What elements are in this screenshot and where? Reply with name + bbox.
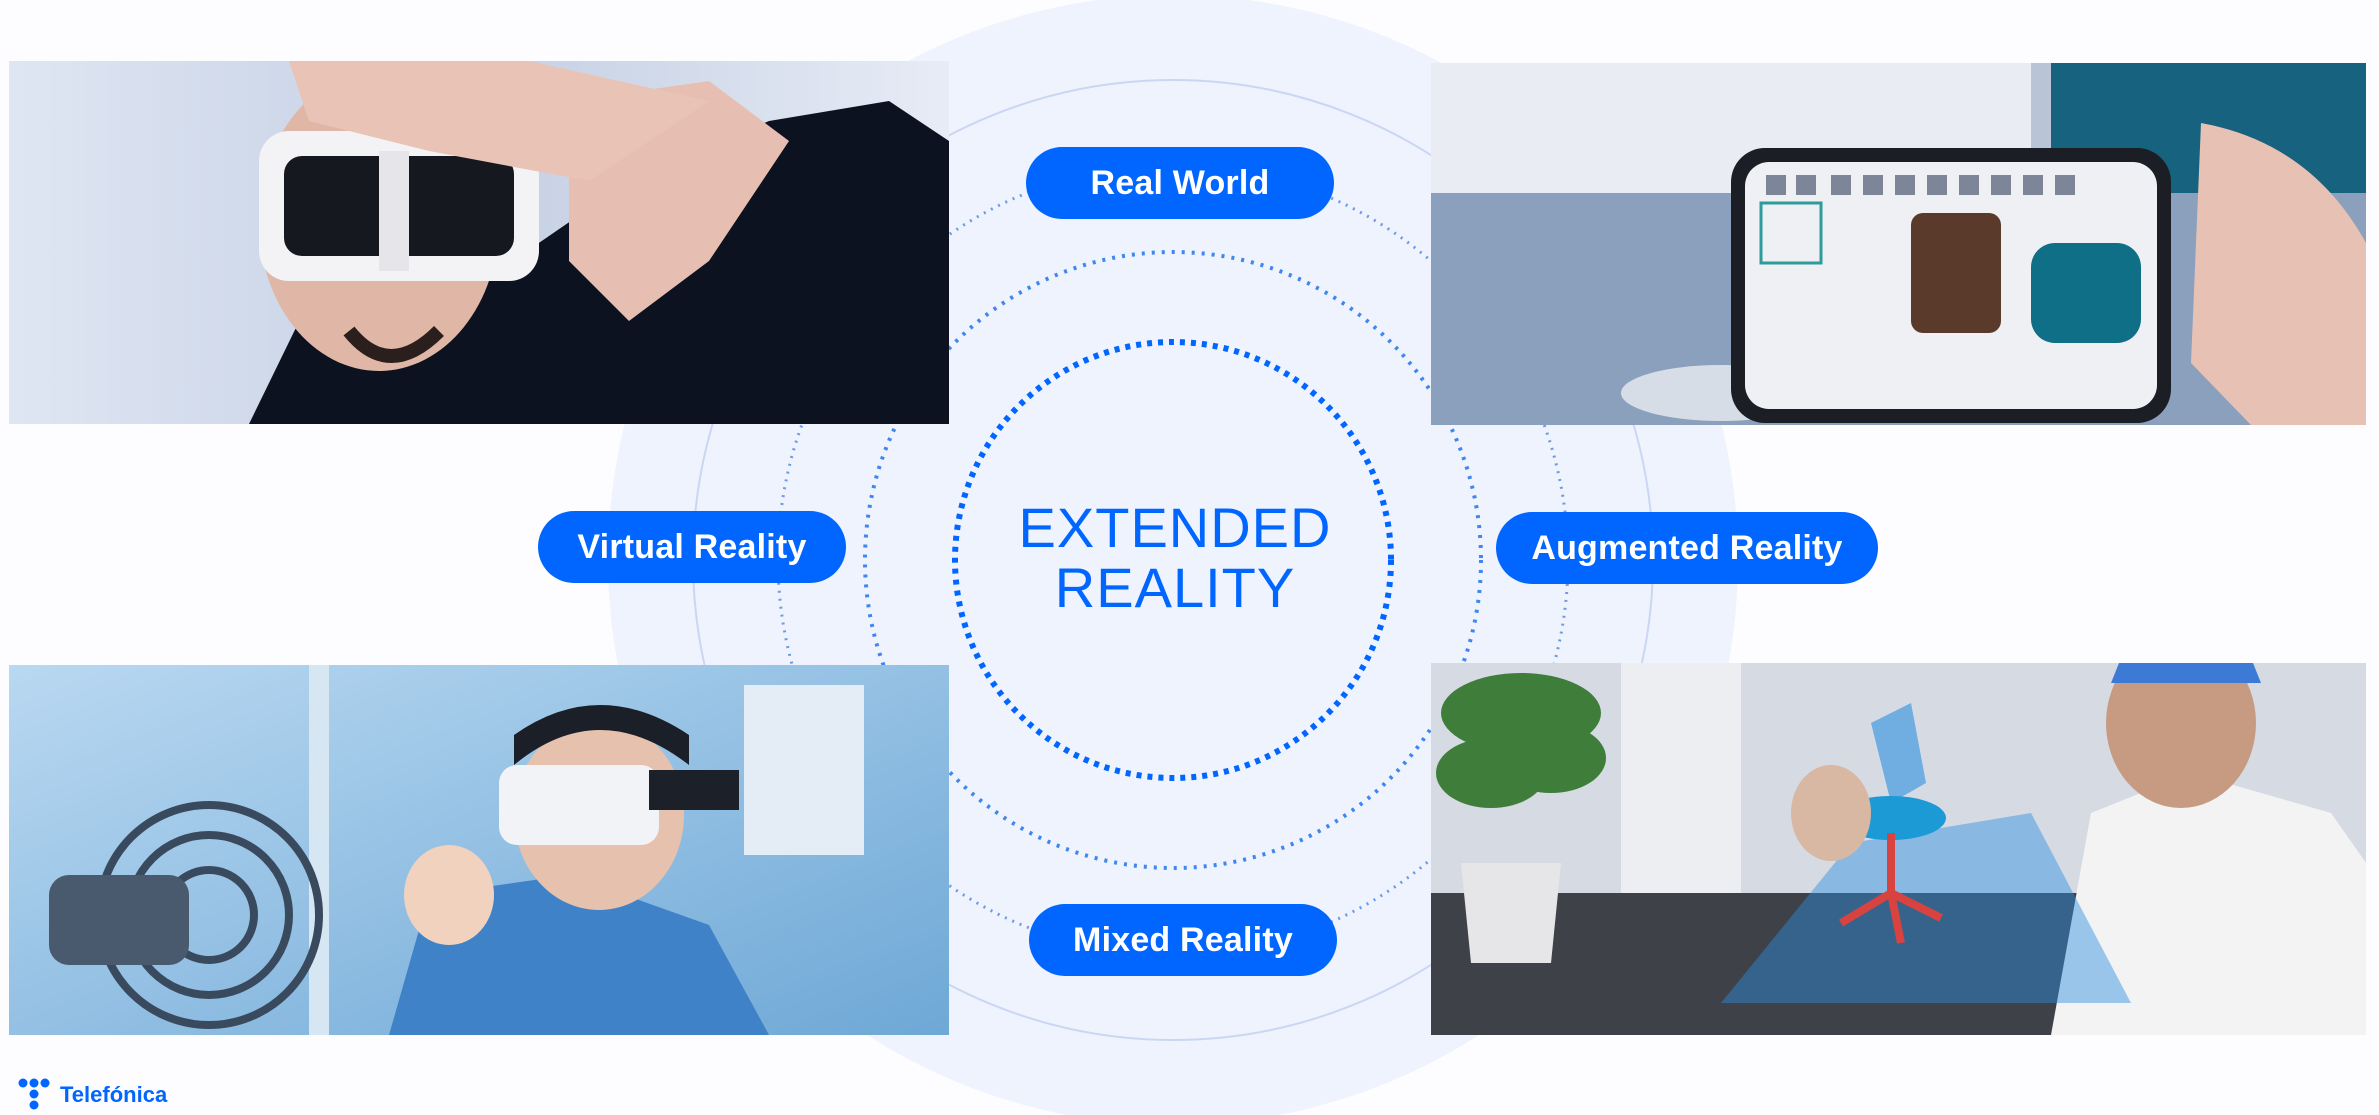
telefonica-logo: Telefónica bbox=[18, 1078, 167, 1112]
hologram-engine-photo bbox=[9, 665, 949, 1035]
brand-name: Telefónica bbox=[60, 1082, 168, 1107]
center-title-line2: REALITY bbox=[1054, 556, 1296, 619]
virtual-reality-label: Virtual Reality bbox=[538, 511, 846, 583]
center-title-line1: EXTENDED bbox=[1018, 496, 1332, 559]
telefonica-logo-icon bbox=[18, 1078, 50, 1110]
mixed-reality-label: Mixed Reality bbox=[1029, 904, 1337, 976]
augmented-reality-label: Augmented Reality bbox=[1496, 512, 1878, 584]
center-title: EXTENDED REALITY bbox=[990, 498, 1360, 618]
vr-headset-photo bbox=[9, 61, 949, 424]
slide: EXTENDED REALITY Real World Virtual Real… bbox=[0, 0, 2379, 1115]
mixed-reality-chair-photo bbox=[1431, 663, 2366, 1035]
smartphone-ar-photo bbox=[1431, 63, 2366, 425]
real-world-label: Real World bbox=[1026, 147, 1334, 219]
